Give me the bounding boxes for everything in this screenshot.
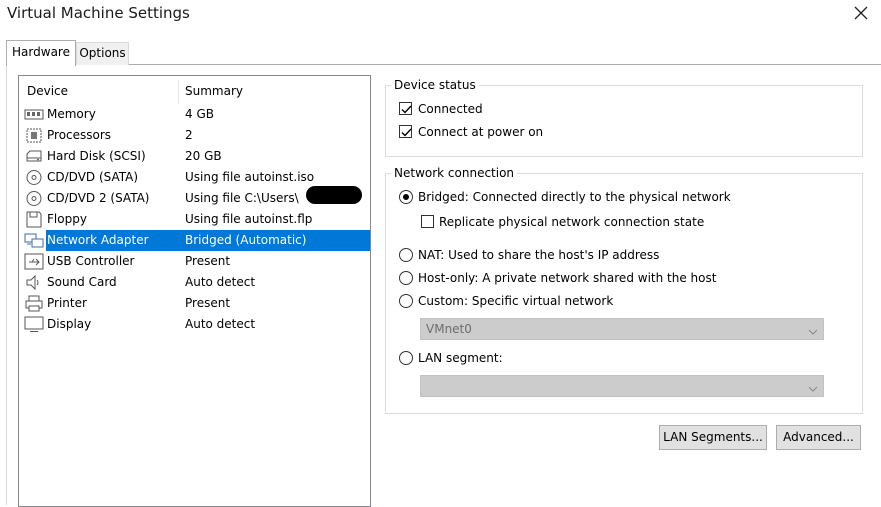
- network-connection-label: Network connection: [391, 166, 518, 180]
- device-row-floppy[interactable]: Floppy Using file autoinst.flp: [23, 209, 368, 230]
- custom-network-select[interactable]: VMnet0: [420, 318, 824, 340]
- device-summary: 20 GB: [185, 149, 222, 163]
- speaker-icon: [24, 274, 44, 291]
- device-row-network-adapter[interactable]: Network Adapter Bridged (Automatic): [23, 230, 370, 251]
- device-summary: Using file C:\Users\: [185, 191, 299, 205]
- column-header-summary[interactable]: Summary: [185, 84, 243, 98]
- chevron-down-icon: [808, 382, 818, 396]
- device-summary: 4 GB: [185, 107, 214, 121]
- device-row-cd-dvd[interactable]: CD/DVD (SATA) Using file autoinst.iso: [23, 167, 368, 188]
- device-name: Hard Disk (SCSI): [47, 149, 146, 163]
- column-header-device[interactable]: Device: [27, 84, 68, 98]
- custom-label[interactable]: Custom: Specific virtual network: [418, 294, 613, 308]
- replicate-state-label[interactable]: Replicate physical network connection st…: [439, 215, 704, 229]
- device-summary: Present: [185, 254, 231, 268]
- memory-icon: [24, 106, 44, 123]
- tab-hardware[interactable]: Hardware: [6, 40, 76, 66]
- device-summary: Present: [185, 296, 231, 310]
- device-list[interactable]: Device Summary Memory 4 GB Processors 2 …: [18, 75, 371, 507]
- device-name: Sound Card: [47, 275, 117, 289]
- connected-label[interactable]: Connected: [418, 102, 483, 116]
- replicate-state-checkbox[interactable]: [421, 215, 434, 228]
- device-summary: Bridged (Automatic): [185, 233, 307, 247]
- nat-radio[interactable]: [399, 248, 413, 262]
- device-summary: 2: [185, 128, 193, 142]
- nat-label[interactable]: NAT: Used to share the host's IP address: [418, 248, 659, 262]
- lan-segment-label[interactable]: LAN segment:: [418, 351, 503, 365]
- window-title: Virtual Machine Settings: [7, 4, 190, 22]
- network-adapter-icon: [24, 232, 44, 249]
- bridged-radio[interactable]: [399, 190, 413, 204]
- advanced-button[interactable]: Advanced...: [776, 425, 861, 450]
- device-list-header: Device Summary: [19, 76, 370, 104]
- device-name: Printer: [47, 296, 87, 310]
- device-row-sound-card[interactable]: Sound Card Auto detect: [23, 272, 368, 293]
- device-status-group: [385, 85, 863, 157]
- device-row-display[interactable]: Display Auto detect: [23, 314, 368, 335]
- usb-icon: [24, 253, 44, 270]
- tab-options[interactable]: Options: [76, 42, 129, 65]
- printer-icon: [24, 295, 44, 312]
- device-row-processors[interactable]: Processors 2: [23, 125, 368, 146]
- bridged-label[interactable]: Bridged: Connected directly to the physi…: [418, 190, 731, 204]
- lan-segment-radio[interactable]: [399, 351, 413, 365]
- device-name: Display: [47, 317, 92, 331]
- device-name: USB Controller: [47, 254, 135, 268]
- device-row-usb-controller[interactable]: USB Controller Present: [23, 251, 368, 272]
- host-only-radio[interactable]: [399, 271, 413, 285]
- connect-at-power-on-checkbox[interactable]: [399, 125, 412, 138]
- device-summary: Auto detect: [185, 317, 256, 331]
- lan-segments-button[interactable]: LAN Segments...: [659, 425, 767, 450]
- device-name: Memory: [47, 107, 96, 121]
- connect-at-power-on-label[interactable]: Connect at power on: [418, 125, 543, 139]
- device-row-hard-disk[interactable]: Hard Disk (SCSI) 20 GB: [23, 146, 368, 167]
- device-name: CD/DVD 2 (SATA): [47, 191, 150, 205]
- chevron-down-icon: [808, 325, 818, 339]
- connected-checkbox[interactable]: [399, 102, 412, 115]
- processor-icon: [24, 127, 44, 144]
- device-name: Floppy: [47, 212, 87, 226]
- device-status-label: Device status: [391, 78, 479, 92]
- custom-network-value: VMnet0: [426, 322, 472, 336]
- device-row-memory[interactable]: Memory 4 GB: [23, 104, 368, 125]
- device-row-printer[interactable]: Printer Present: [23, 293, 368, 314]
- device-name: Processors: [47, 128, 112, 142]
- lan-segment-select[interactable]: [420, 375, 824, 397]
- device-name: Network Adapter: [47, 233, 149, 247]
- close-icon[interactable]: [850, 3, 872, 25]
- cd-dvd-icon: [24, 190, 44, 207]
- hard-disk-icon: [24, 148, 44, 165]
- device-name: CD/DVD (SATA): [47, 170, 139, 184]
- floppy-icon: [24, 211, 44, 228]
- device-summary: Auto detect: [185, 275, 256, 289]
- device-summary: Using file autoinst.iso: [185, 170, 315, 184]
- redacted-path-mark: [306, 186, 362, 204]
- custom-radio[interactable]: [399, 294, 413, 308]
- cd-dvd-icon: [24, 169, 44, 186]
- monitor-icon: [24, 316, 44, 333]
- host-only-label[interactable]: Host-only: A private network shared with…: [418, 271, 716, 285]
- device-summary: Using file autoinst.flp: [185, 212, 313, 226]
